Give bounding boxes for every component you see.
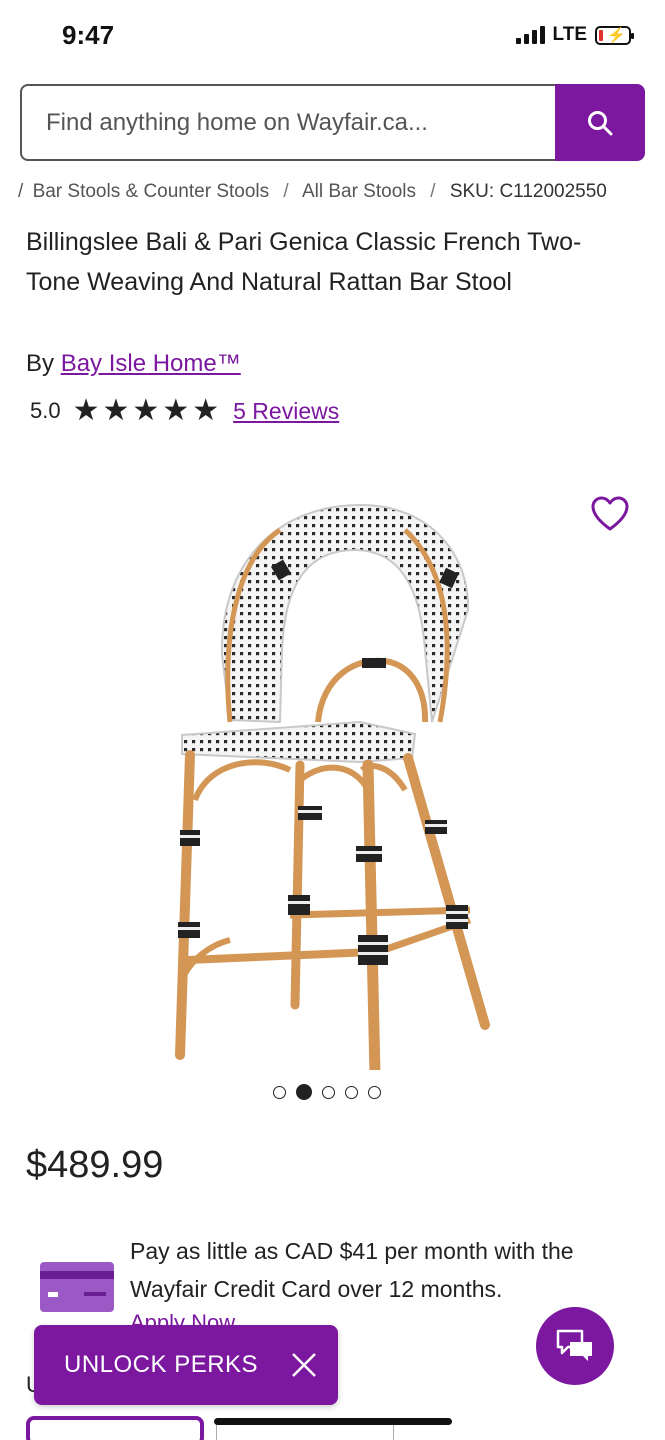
carousel-dot[interactable] bbox=[322, 1085, 335, 1099]
product-image[interactable] bbox=[150, 490, 520, 1070]
breadcrumb-item-all-bar-stools[interactable]: All Bar Stools bbox=[302, 181, 416, 202]
status-time: 9:47 bbox=[62, 20, 115, 50]
carousel-dot-active[interactable] bbox=[296, 1084, 312, 1100]
rating-stars: ★ ★ ★ ★ ★ bbox=[73, 396, 220, 426]
breadcrumb-separator: / bbox=[283, 181, 289, 202]
rating-value: 5.0 bbox=[30, 398, 61, 423]
breadcrumb-lead-separator: / bbox=[18, 181, 24, 202]
carousel-dot[interactable] bbox=[368, 1085, 381, 1099]
star-icon: ★ bbox=[132, 394, 160, 427]
star-icon: ★ bbox=[162, 394, 190, 427]
unlock-perks-banner[interactable]: UNLOCK PERKS bbox=[34, 1325, 338, 1405]
by-label: By bbox=[26, 350, 55, 377]
chat-icon bbox=[556, 1329, 592, 1361]
battery-icon: ⚡ bbox=[595, 25, 634, 45]
close-icon[interactable] bbox=[290, 1351, 318, 1379]
carousel-dot[interactable] bbox=[273, 1085, 286, 1099]
search-button[interactable] bbox=[555, 84, 645, 161]
credit-card-icon bbox=[40, 1262, 114, 1312]
product-title: Billingslee Bali & Pari Genica Classic F… bbox=[26, 228, 582, 296]
heart-icon[interactable] bbox=[590, 495, 630, 533]
search-icon bbox=[588, 110, 613, 135]
star-icon: ★ bbox=[72, 394, 100, 427]
star-icon: ★ bbox=[192, 394, 220, 427]
breadcrumb-separator: / bbox=[430, 181, 436, 202]
breadcrumb: / Bar Stools & Counter Stools / All Bar … bbox=[18, 181, 607, 203]
reviews-link[interactable]: 5 Reviews bbox=[233, 398, 339, 425]
breadcrumb-item-bar-stools-counter-stools[interactable]: Bar Stools & Counter Stools bbox=[33, 181, 270, 202]
unlock-perks-label: UNLOCK PERKS bbox=[64, 1351, 259, 1378]
network-label: LTE bbox=[552, 24, 587, 45]
status-indicators: LTE ⚡ bbox=[515, 24, 634, 46]
carousel-dot[interactable] bbox=[345, 1085, 358, 1099]
status-bar: 9:47 LTE ⚡ bbox=[0, 0, 665, 72]
product-price: $489.99 bbox=[26, 1144, 164, 1186]
thumbnail-selected[interactable] bbox=[26, 1416, 204, 1440]
chat-button[interactable] bbox=[536, 1307, 614, 1385]
breadcrumb-sku: SKU: C112002550 bbox=[449, 181, 607, 202]
search-input[interactable]: Find anything home on Wayfair.ca... bbox=[20, 84, 555, 161]
image-carousel-dots bbox=[273, 1084, 381, 1100]
search-bar: Find anything home on Wayfair.ca... bbox=[20, 84, 645, 161]
signal-icon bbox=[515, 26, 545, 44]
rating-row: 5.0 ★ ★ ★ ★ ★ 5 Reviews bbox=[30, 396, 339, 426]
star-icon: ★ bbox=[102, 394, 130, 427]
brand-link[interactable]: Bay Isle Home™ bbox=[61, 350, 241, 377]
home-indicator bbox=[214, 1418, 452, 1425]
brand-byline: By Bay Isle Home™ bbox=[26, 350, 241, 378]
financing-text: Pay as little as CAD $41 per month with … bbox=[130, 1238, 574, 1302]
